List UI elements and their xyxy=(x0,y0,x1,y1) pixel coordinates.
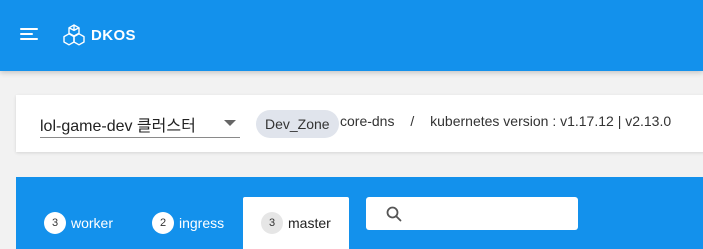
cluster-info-bar: lol-game-dev 클러스터 Dev_Zone core-dns / ku… xyxy=(16,95,703,152)
search-input[interactable] xyxy=(408,201,572,227)
kubernetes-version: kubernetes version : v1.17.12 | v2.13.0 xyxy=(430,113,672,129)
top-app-bar: DKOS xyxy=(0,0,703,71)
cluster-details: core-dns / kubernetes version : v1.17.12… xyxy=(340,113,671,129)
tab-count-badge: 3 xyxy=(261,212,283,234)
app-logo-text: DKOS xyxy=(91,26,136,44)
hamburger-menu-icon[interactable] xyxy=(20,26,40,42)
dropdown-arrow-icon xyxy=(224,120,236,126)
tab-count-badge: 2 xyxy=(152,212,174,234)
separator: / xyxy=(410,113,415,129)
service-name: core-dns xyxy=(340,113,395,129)
cluster-select-value: lol-game-dev 클러스터 xyxy=(40,118,196,135)
tab-label: worker xyxy=(71,215,114,231)
tab-worker[interactable]: 3 worker xyxy=(44,197,113,249)
tab-master[interactable]: 3 master xyxy=(243,197,349,249)
app-logo[interactable]: DKOS xyxy=(62,24,136,46)
node-search-box[interactable] xyxy=(366,197,578,230)
tab-label: ingress xyxy=(179,215,225,231)
zone-chip: Dev_Zone xyxy=(256,110,339,138)
search-icon xyxy=(386,206,402,222)
node-tabs-bar: 3 worker 2 ingress 3 master xyxy=(16,177,703,249)
tab-count-badge: 3 xyxy=(44,212,66,234)
tab-label: master xyxy=(288,215,331,231)
cluster-select[interactable]: lol-game-dev 클러스터 xyxy=(40,107,240,138)
cube-cluster-logo-icon xyxy=(63,24,85,46)
tab-ingress[interactable]: 2 ingress xyxy=(152,197,224,249)
